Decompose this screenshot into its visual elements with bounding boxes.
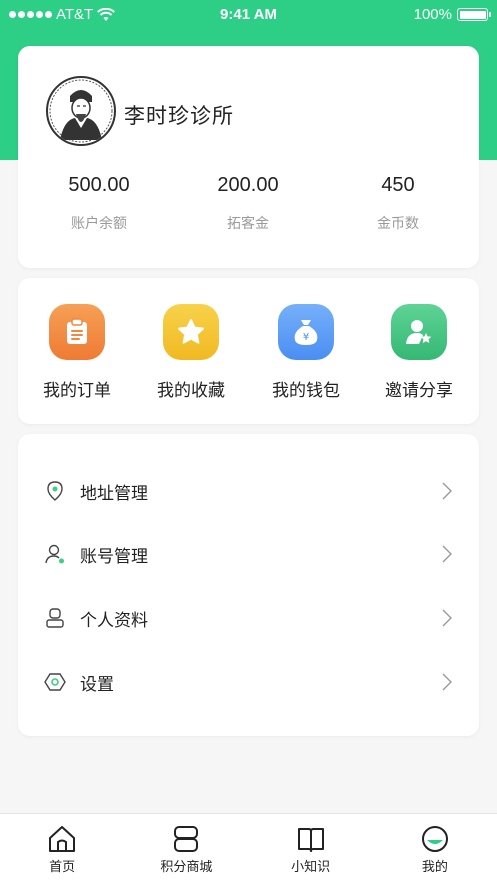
menu-item-settings[interactable]: 设置 [18, 650, 479, 714]
hexagon-settings-icon [44, 673, 66, 691]
stat-balance[interactable]: 500.00 账户余额 [24, 174, 174, 233]
star-icon [163, 304, 219, 360]
quick-action-label: 我的钱包 [272, 381, 340, 401]
stat-value: 200.00 [217, 174, 279, 196]
stat-label: 金币数 [377, 216, 419, 232]
stat-value: 450 [381, 174, 415, 196]
profile-card: 李时珍诊所 500.00 账户余额 200.00 拓客金 450 金币数 [18, 46, 479, 268]
store-icon [174, 826, 199, 852]
menu-item-label: 个人资料 [80, 610, 148, 631]
chevron-right-icon [442, 673, 452, 691]
location-pin-icon [47, 481, 63, 501]
chevron-right-icon [442, 609, 452, 627]
menu-item-label: 地址管理 [80, 483, 148, 504]
stat-promotion-fund[interactable]: 200.00 拓客金 [173, 174, 323, 233]
portrait-icon [49, 79, 113, 143]
profile-icon [46, 608, 64, 628]
status-bar: AT&T 9:41 AM 100% [0, 0, 497, 30]
stat-label: 账户余额 [71, 216, 127, 232]
menu-item-label: 设置 [80, 674, 114, 695]
menu-item-address[interactable]: 地址管理 [18, 459, 479, 523]
tab-label: 小知识 [291, 860, 331, 875]
battery-icon [457, 8, 491, 21]
battery-percent: 100% [413, 6, 452, 23]
quick-action-invite[interactable]: 邀请分享 [364, 304, 474, 401]
quick-action-label: 邀请分享 [385, 381, 453, 401]
stat-value: 500.00 [68, 174, 130, 196]
tab-knowledge[interactable]: 小知识 [249, 814, 373, 883]
quick-action-favorites[interactable]: 我的收藏 [136, 304, 246, 401]
menu-item-profile[interactable]: 个人资料 [18, 586, 479, 650]
menu-card: 地址管理 账号管理 个人资料 设置 [18, 434, 479, 736]
stat-label: 拓客金 [227, 216, 269, 232]
quick-action-label: 我的订单 [43, 381, 111, 401]
tab-mine[interactable]: 我的 [373, 814, 497, 883]
quick-action-wallet[interactable]: ¥ 我的钱包 [251, 304, 361, 401]
user-account-icon [45, 544, 64, 564]
smile-icon [421, 826, 448, 852]
clinic-name: 李时珍诊所 [124, 104, 234, 128]
svg-text:¥: ¥ [303, 332, 309, 343]
chevron-right-icon [442, 545, 452, 563]
clipboard-icon [49, 304, 105, 360]
tab-home[interactable]: 首页 [0, 814, 124, 883]
quick-actions-card: 我的订单 我的收藏 ¥ 我的钱包 邀请分享 [18, 278, 479, 424]
book-icon [297, 828, 324, 852]
tab-label: 首页 [49, 860, 76, 875]
quick-action-orders[interactable]: 我的订单 [22, 304, 132, 401]
tab-label: 我的 [421, 860, 448, 875]
avatar[interactable] [46, 76, 116, 146]
menu-item-label: 账号管理 [80, 546, 148, 567]
user-star-icon [391, 304, 447, 360]
quick-action-label: 我的收藏 [157, 381, 225, 401]
stat-coins[interactable]: 450 金币数 [323, 174, 473, 233]
chevron-right-icon [442, 482, 452, 500]
menu-item-account[interactable]: 账号管理 [18, 522, 479, 586]
money-bag-icon: ¥ [278, 304, 334, 360]
tab-label: 积分商城 [160, 860, 213, 875]
bottom-tab-bar: 首页 积分商城 小知识 我的 [0, 813, 497, 883]
home-icon [49, 826, 76, 852]
tab-points-store[interactable]: 积分商城 [124, 814, 248, 883]
